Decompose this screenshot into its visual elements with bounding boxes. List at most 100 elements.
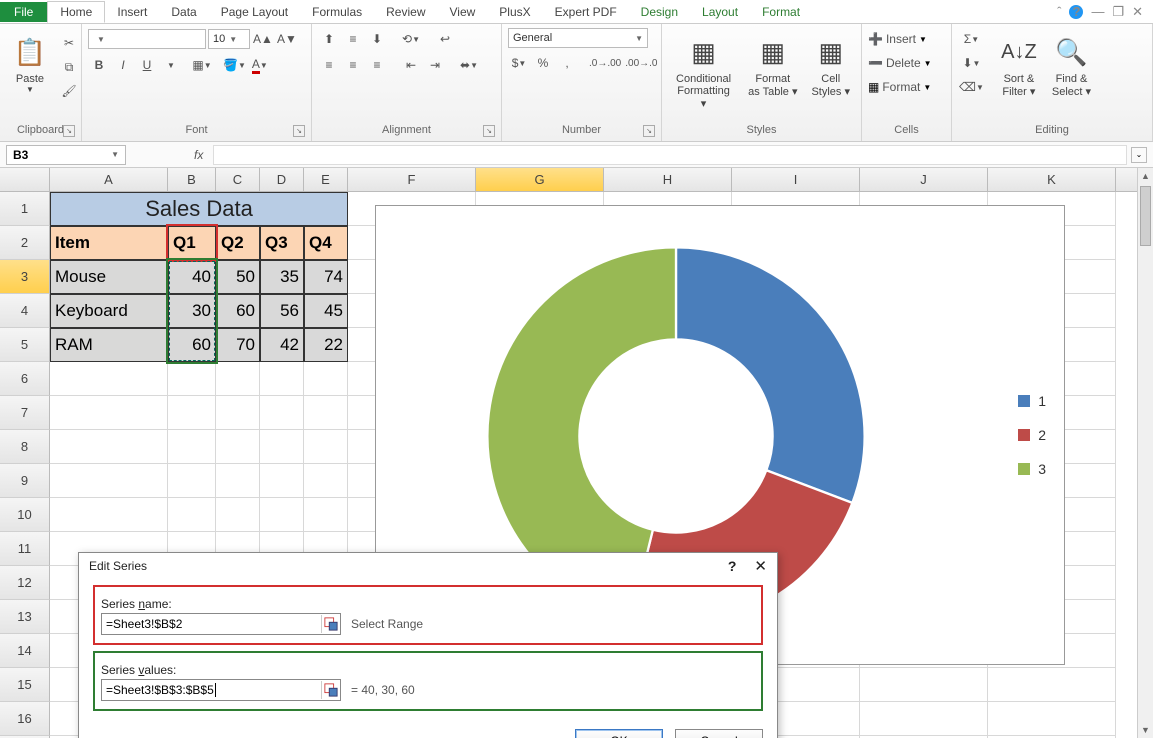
cell[interactable] [860, 668, 988, 702]
align-top-button[interactable]: ⬆ [318, 28, 340, 50]
cell[interactable] [50, 464, 168, 498]
comma-format-button[interactable]: , [556, 52, 578, 74]
series-values-input[interactable]: =Sheet3!$B$3:$B$5 [101, 679, 341, 701]
window-close-icon[interactable]: ✕ [1132, 4, 1143, 20]
tab-page-layout[interactable]: Page Layout [209, 2, 300, 22]
row-header-4[interactable]: 4 [0, 294, 50, 328]
bold-button[interactable]: B [88, 54, 110, 76]
font-color-button[interactable]: A▼ [249, 54, 271, 76]
increase-indent-button[interactable]: ⇥ [424, 54, 446, 76]
cell-header-Q1[interactable]: Q1 [168, 226, 216, 260]
row-header-1[interactable]: 1 [0, 192, 50, 226]
cell[interactable] [304, 498, 348, 532]
cell-data[interactable]: 35 [260, 260, 304, 294]
italic-button[interactable]: I [112, 54, 134, 76]
align-center-button[interactable]: ≡ [342, 54, 364, 76]
align-middle-button[interactable]: ≡ [342, 28, 364, 50]
col-header-H[interactable]: H [604, 168, 732, 191]
row-header-14[interactable]: 14 [0, 634, 50, 668]
increase-decimal-button[interactable]: .0→.00 [588, 52, 622, 74]
cell-header-Q4[interactable]: Q4 [304, 226, 348, 260]
cell[interactable] [216, 464, 260, 498]
ok-button[interactable]: OK [575, 729, 663, 738]
percent-format-button[interactable]: % [532, 52, 554, 74]
font-size-combo[interactable]: 10▼ [208, 29, 250, 49]
alignment-dialog-launcher[interactable]: ↘ [483, 125, 495, 137]
cell[interactable] [304, 396, 348, 430]
legend-item-3[interactable]: 3 [1018, 461, 1046, 477]
orientation-button[interactable]: ⟲▼ [400, 28, 422, 50]
decrease-indent-button[interactable]: ⇤ [400, 54, 422, 76]
tab-data[interactable]: Data [159, 2, 208, 22]
accounting-format-button[interactable]: $▼ [508, 52, 530, 74]
cell[interactable] [260, 396, 304, 430]
tab-plusx[interactable]: PlusX [487, 2, 542, 22]
cell[interactable] [304, 362, 348, 396]
copy-button[interactable]: ⧉ [58, 56, 80, 78]
col-header-G[interactable]: G [476, 168, 604, 191]
series-name-input[interactable]: =Sheet3!$B$2 [101, 613, 341, 635]
expand-formula-bar[interactable]: ⌄ [1131, 147, 1147, 163]
cell-styles-button[interactable]: ▦CellStyles ▾ [806, 28, 855, 101]
insert-cells-button[interactable]: Insert [885, 28, 917, 50]
align-left-button[interactable]: ≡ [318, 54, 340, 76]
tab-review[interactable]: Review [374, 2, 437, 22]
sort-filter-button[interactable]: A↓ZSort &Filter ▾ [995, 28, 1043, 101]
align-bottom-button[interactable]: ⬇ [366, 28, 388, 50]
row-header-11[interactable]: 11 [0, 532, 50, 566]
scroll-up-button[interactable]: ▲ [1138, 168, 1153, 184]
cell-data[interactable]: 30 [168, 294, 216, 328]
cell[interactable] [260, 498, 304, 532]
dialog-close-icon[interactable]: ✕ [754, 557, 767, 575]
font-dialog-launcher[interactable]: ↘ [293, 125, 305, 137]
cell[interactable] [168, 464, 216, 498]
row-header-2[interactable]: 2 [0, 226, 50, 260]
delete-cells-button[interactable]: Delete [885, 52, 922, 74]
dialog-help-icon[interactable]: ? [728, 558, 737, 574]
select-all-corner[interactable] [0, 168, 50, 191]
cell[interactable] [260, 464, 304, 498]
cell-title[interactable]: Sales Data [50, 192, 348, 226]
cell[interactable] [50, 430, 168, 464]
col-header-E[interactable]: E [304, 168, 348, 191]
tab-chart-format[interactable]: Format [750, 2, 812, 22]
cell-data[interactable]: 22 [304, 328, 348, 362]
cell-data[interactable]: 45 [304, 294, 348, 328]
cell[interactable] [988, 702, 1116, 736]
cell[interactable] [216, 498, 260, 532]
row-header-6[interactable]: 6 [0, 362, 50, 396]
cell[interactable] [304, 464, 348, 498]
fx-icon[interactable]: fx [194, 148, 203, 162]
cell[interactable] [168, 396, 216, 430]
row-header-10[interactable]: 10 [0, 498, 50, 532]
window-restore-icon[interactable]: ❐ [1112, 4, 1124, 20]
scroll-thumb[interactable] [1140, 186, 1151, 246]
row-header-3[interactable]: 3 [0, 260, 50, 294]
merge-center-button[interactable]: ⬌▼ [458, 54, 480, 76]
cell-header-Q3[interactable]: Q3 [260, 226, 304, 260]
font-family-combo[interactable]: ▼ [88, 29, 206, 49]
cell[interactable] [304, 430, 348, 464]
tab-view[interactable]: View [438, 2, 488, 22]
clear-button[interactable]: ⌫▼ [958, 76, 985, 98]
cut-button[interactable]: ✂ [58, 32, 80, 54]
cell-data[interactable]: 74 [304, 260, 348, 294]
ribbon-collapse-icon[interactable]: ˆ [1057, 4, 1061, 19]
fill-button[interactable]: ⬇▼ [958, 52, 985, 74]
tab-chart-design[interactable]: Design [629, 2, 690, 22]
borders-button[interactable]: ▦▼ [191, 54, 213, 76]
number-dialog-launcher[interactable]: ↘ [643, 125, 655, 137]
col-header-I[interactable]: I [732, 168, 860, 191]
col-header-B[interactable]: B [168, 168, 216, 191]
col-header-K[interactable]: K [988, 168, 1116, 191]
cell[interactable] [50, 498, 168, 532]
clipboard-dialog-launcher[interactable]: ↘ [63, 125, 75, 137]
scroll-down-button[interactable]: ▼ [1138, 722, 1153, 738]
tab-expert-pdf[interactable]: Expert PDF [543, 2, 629, 22]
series-name-range-picker[interactable] [321, 615, 339, 633]
cell-header-Q2[interactable]: Q2 [216, 226, 260, 260]
row-header-8[interactable]: 8 [0, 430, 50, 464]
format-cells-button[interactable]: Format [881, 76, 921, 98]
col-header-D[interactable]: D [260, 168, 304, 191]
name-box[interactable]: B3▼ [6, 145, 126, 165]
